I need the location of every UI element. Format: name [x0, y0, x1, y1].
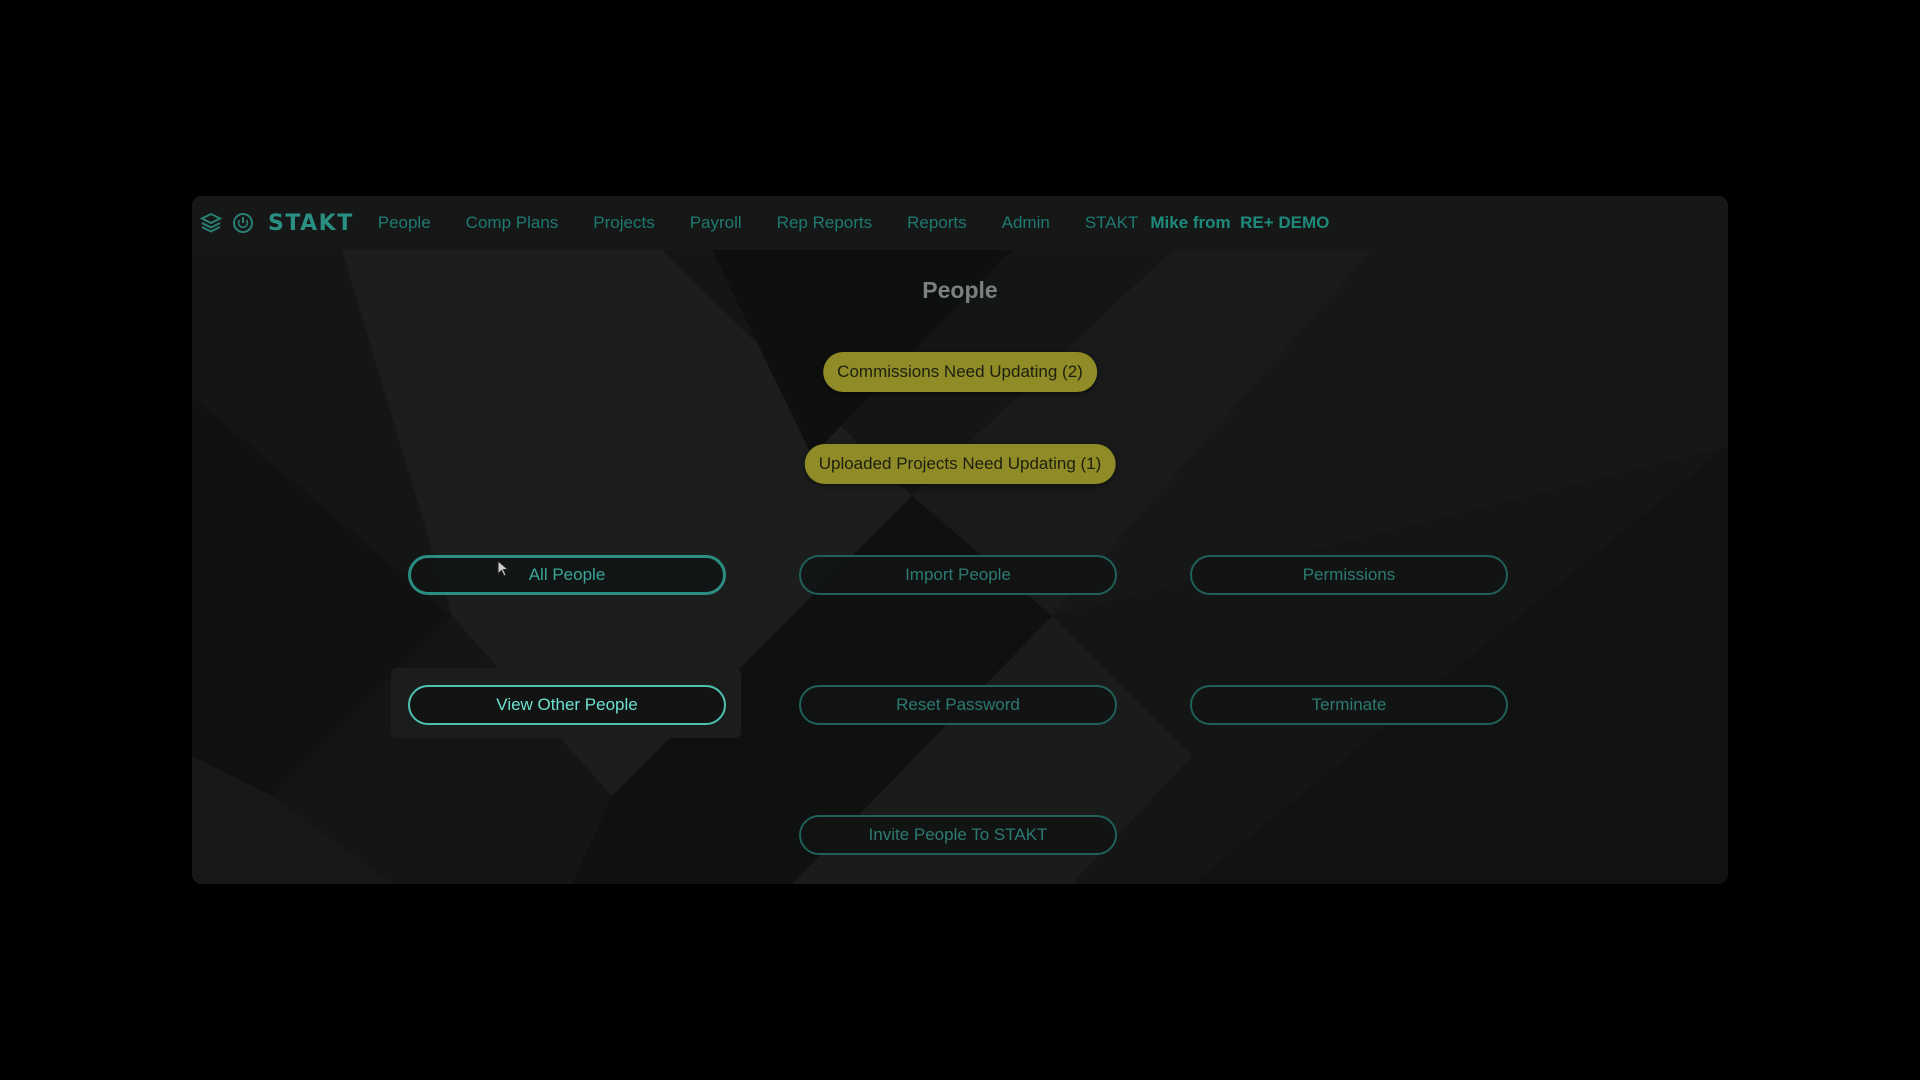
terminate-button[interactable]: Terminate: [1190, 685, 1508, 725]
all-people-button[interactable]: All People: [408, 555, 726, 595]
view-other-people-button[interactable]: View Other People: [408, 685, 726, 725]
uploaded-projects-alert-button[interactable]: Uploaded Projects Need Updating (1): [804, 444, 1116, 484]
nav-stakt[interactable]: STAKT: [1085, 213, 1139, 233]
nav-rep-reports[interactable]: Rep Reports: [777, 213, 872, 233]
power-icon[interactable]: [232, 212, 254, 234]
nav-comp-plans[interactable]: Comp Plans: [466, 213, 559, 233]
nav-logo-group: STAKT: [200, 211, 354, 236]
mouse-cursor-icon: [497, 559, 511, 583]
reset-password-button[interactable]: Reset Password: [799, 685, 1117, 725]
commissions-alert-button[interactable]: Commissions Need Updating (2): [823, 352, 1097, 392]
nav-user-label[interactable]: Mike from RE+ DEMO: [1150, 213, 1329, 233]
page-title: People: [922, 277, 998, 303]
nav-admin[interactable]: Admin: [1002, 213, 1050, 233]
brand-logo[interactable]: STAKT: [268, 211, 354, 236]
app-window: STAKT People Comp Plans Projects Payroll…: [192, 196, 1728, 884]
nav-projects[interactable]: Projects: [593, 213, 654, 233]
nav-reports[interactable]: Reports: [907, 213, 967, 233]
permissions-button[interactable]: Permissions: [1190, 555, 1508, 595]
nav-payroll[interactable]: Payroll: [690, 213, 742, 233]
import-people-button[interactable]: Import People: [799, 555, 1117, 595]
layers-icon[interactable]: [200, 212, 222, 234]
top-navbar: STAKT People Comp Plans Projects Payroll…: [192, 196, 1728, 250]
invite-people-button[interactable]: Invite People To STAKT: [799, 815, 1117, 855]
nav-people[interactable]: People: [378, 213, 431, 233]
